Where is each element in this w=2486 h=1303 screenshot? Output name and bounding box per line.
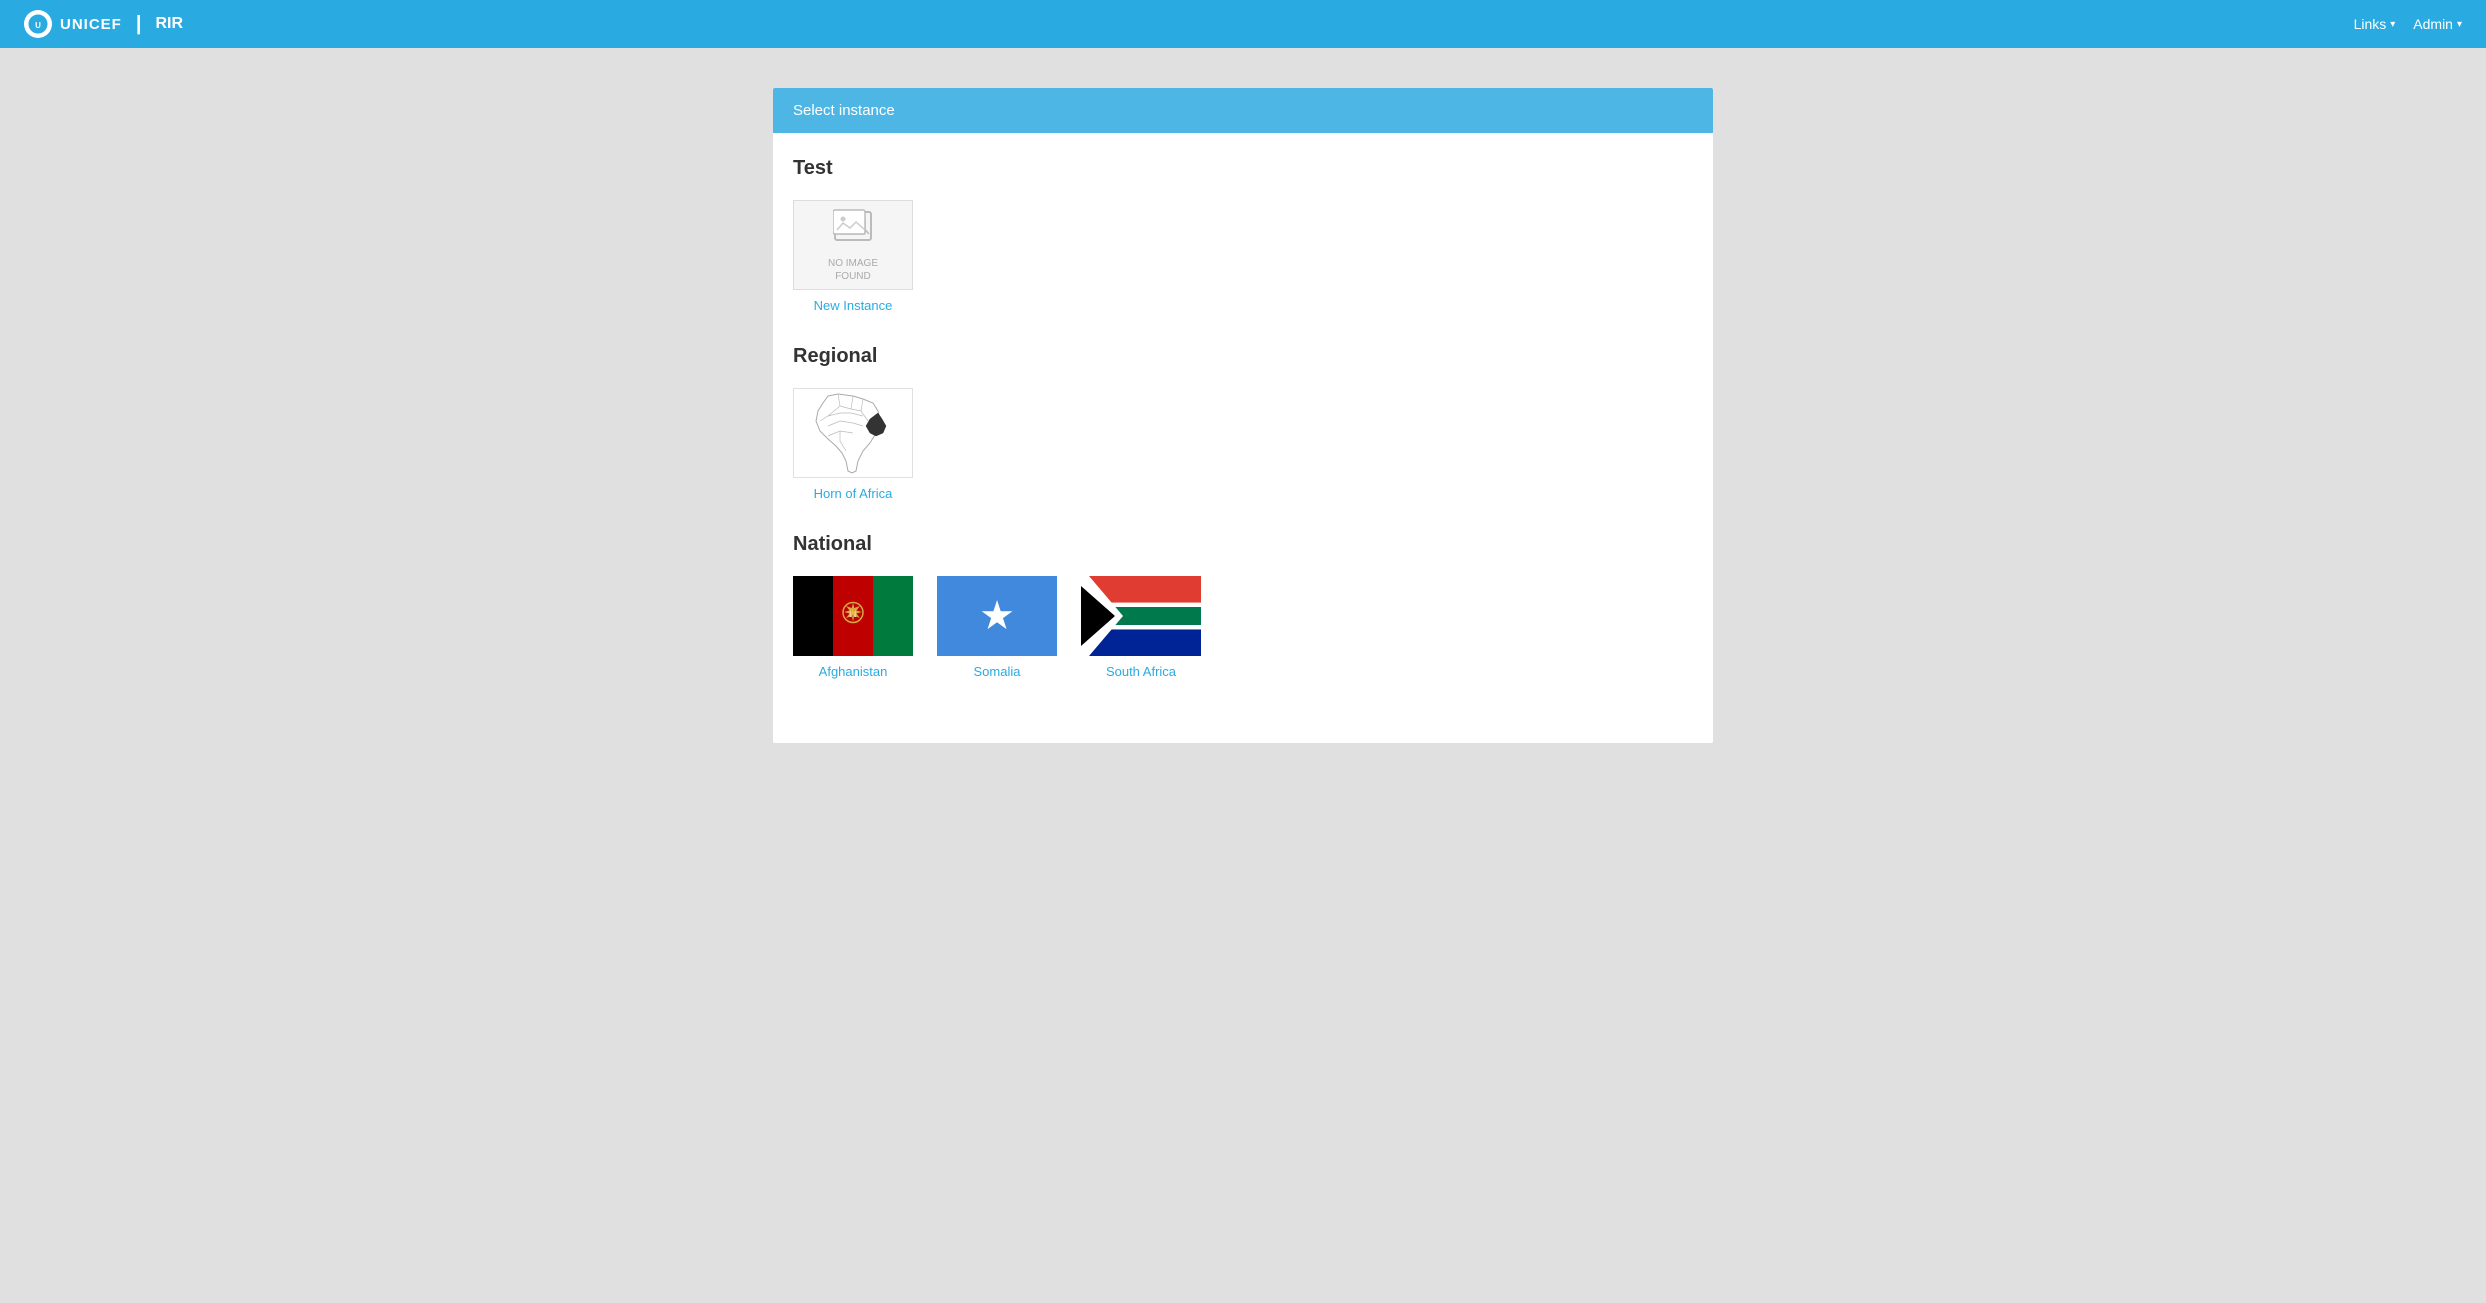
brand-app-text: RIR xyxy=(155,15,183,33)
no-image-container: NO IMAGEFOUND xyxy=(794,201,912,289)
card-header: Select instance xyxy=(773,88,1713,133)
svg-text:🕌: 🕌 xyxy=(849,609,858,618)
regional-section: Regional xyxy=(793,345,1693,501)
admin-label: Admin xyxy=(2413,16,2453,32)
brand-divider: | xyxy=(136,13,142,36)
regional-instances-row: Horn of Africa xyxy=(793,388,1693,501)
national-section-title: National xyxy=(793,533,1693,556)
page-title: Select instance xyxy=(793,102,895,119)
regional-section-title: Regional xyxy=(793,345,1693,368)
placeholder-photo-icon xyxy=(833,208,873,244)
no-image-text: NO IMAGEFOUND xyxy=(828,257,878,283)
new-instance-label[interactable]: New Instance xyxy=(814,298,893,313)
test-instances-row: NO IMAGEFOUND New Instance xyxy=(793,200,1693,313)
somalia-label[interactable]: Somalia xyxy=(974,664,1021,679)
main-wrapper: Select instance Test xyxy=(0,48,2486,783)
afghanistan-flag-green-stripe xyxy=(873,576,913,656)
afghanistan-flag-wrapper: 🕌 xyxy=(793,576,913,656)
brand-unicef-text: unicef xyxy=(60,16,122,33)
unicef-logo-icon: U xyxy=(24,10,52,38)
somalia-flag: ★ xyxy=(937,576,1057,656)
horn-of-africa-label[interactable]: Horn of Africa xyxy=(814,486,893,501)
test-section-title: Test xyxy=(793,157,1693,180)
afghanistan-item[interactable]: 🕌 Afghanistan xyxy=(793,576,913,679)
navbar: U unicef | RIR Links ▾ Admin ▾ xyxy=(0,0,2486,48)
no-image-icon xyxy=(833,208,873,253)
south-africa-flag xyxy=(1081,576,1201,656)
somalia-star-icon: ★ xyxy=(979,596,1015,636)
horn-of-africa-map xyxy=(793,388,913,478)
south-africa-label[interactable]: South Africa xyxy=(1106,664,1176,679)
afghanistan-label[interactable]: Afghanistan xyxy=(819,664,888,679)
card-body: Test xyxy=(773,133,1713,743)
unicef-globe-icon: U xyxy=(27,13,49,35)
south-africa-flag-svg xyxy=(1081,576,1201,656)
links-caret-icon: ▾ xyxy=(2390,19,2395,30)
admin-caret-icon: ▾ xyxy=(2457,19,2462,30)
new-instance-item[interactable]: NO IMAGEFOUND New Instance xyxy=(793,200,913,313)
national-instances-row: 🕌 Afghanistan ★ xyxy=(793,576,1693,679)
brand: U unicef | RIR xyxy=(24,10,183,38)
somalia-item[interactable]: ★ Somalia xyxy=(937,576,1057,679)
africa-map-svg xyxy=(798,391,908,476)
links-label: Links xyxy=(2354,16,2387,32)
links-menu[interactable]: Links ▾ xyxy=(2354,16,2396,32)
horn-of-africa-item[interactable]: Horn of Africa xyxy=(793,388,913,501)
national-section: National xyxy=(793,533,1693,679)
afghanistan-flag: 🕌 xyxy=(793,576,913,656)
new-instance-image: NO IMAGEFOUND xyxy=(793,200,913,290)
afghanistan-emblem-svg: 🕌 xyxy=(837,597,869,629)
test-section: Test xyxy=(793,157,1693,313)
admin-menu[interactable]: Admin ▾ xyxy=(2413,16,2462,32)
south-africa-item[interactable]: South Africa xyxy=(1081,576,1201,679)
afghanistan-flag-black-stripe xyxy=(793,576,833,656)
content-card: Select instance Test xyxy=(773,88,1713,743)
somalia-flag-bg: ★ xyxy=(937,576,1057,656)
svg-text:U: U xyxy=(35,21,41,30)
afghanistan-emblem-icon: 🕌 xyxy=(837,597,869,636)
navbar-right: Links ▾ Admin ▾ xyxy=(2354,16,2462,32)
